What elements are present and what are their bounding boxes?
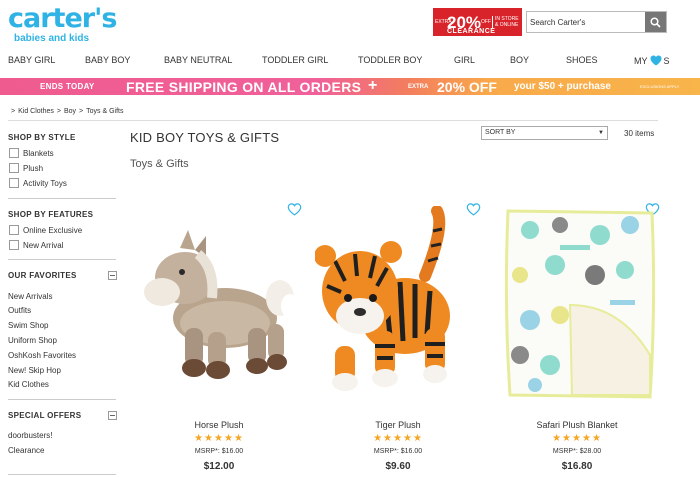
sidebar-divider <box>8 259 116 260</box>
banner-plus: + <box>368 77 378 94</box>
product-name[interactable]: Tiger Plush <box>318 420 478 430</box>
product-price: $9.60 <box>385 461 411 472</box>
promo-off: OFF <box>481 19 492 25</box>
fav-outfits[interactable]: Outfits <box>8 306 31 315</box>
wishlist-heart-icon[interactable] <box>466 203 481 216</box>
product-msrp: MSRP*: $16.00 <box>194 448 244 455</box>
product-name[interactable]: Safari Plush Blanket <box>497 420 657 430</box>
breadcrumb-kid-clothes[interactable]: Kid Clothes <box>18 108 54 115</box>
filter-new-arrival[interactable]: New Arrival <box>9 240 63 250</box>
fav-uniform-shop[interactable]: Uniform Shop <box>8 336 57 345</box>
nav-boy[interactable]: BOY <box>510 55 529 65</box>
banner-free-shipping: FREE SHIPPING ON ALL ORDERS <box>126 78 362 95</box>
sort-label: SORT BY <box>485 129 516 136</box>
filter-label: New Arrival <box>23 240 64 250</box>
sidebar-divider <box>8 474 116 475</box>
category-subtitle: Toys & Gifts <box>130 158 189 170</box>
shop-by-features-heading: SHOP BY FEATURES <box>8 210 94 219</box>
product-price: $16.80 <box>561 461 593 472</box>
search-input[interactable] <box>527 12 646 32</box>
rating-stars: ★★★★★ <box>194 433 244 444</box>
sort-by-select[interactable]: SORT BY ▼ <box>481 126 608 140</box>
breadcrumb-divider <box>8 120 658 121</box>
filter-activity-toys[interactable]: Activity Toys <box>9 178 67 188</box>
filter-plush[interactable]: Plush <box>9 163 43 173</box>
search-icon <box>650 16 661 28</box>
rating-stars: ★★★★★ <box>552 433 602 444</box>
safari-blanket-image[interactable] <box>500 205 660 400</box>
wishlist-heart-icon[interactable] <box>287 203 302 216</box>
promo-channel: IN STORE & ONLINE <box>492 16 522 28</box>
logo-tagline: babies and kids <box>14 33 90 44</box>
filter-label: Online Exclusive <box>23 225 83 235</box>
item-count: 30 items <box>624 129 655 138</box>
offer-clearance[interactable]: Clearance <box>8 446 44 455</box>
breadcrumb-caret: > <box>11 108 16 115</box>
promo-clearance: CLEARANCE <box>447 28 496 35</box>
nav-my-suffix: S <box>663 55 670 66</box>
nav-baby-girl[interactable]: BABY GIRL <box>8 55 55 65</box>
product-msrp: MSRP*: $28.00 <box>552 448 602 455</box>
nav-shoes[interactable]: SHOES <box>566 55 598 65</box>
fav-skip-hop[interactable]: New! Skip Hop <box>8 366 61 375</box>
filter-label: Blankets <box>23 148 54 158</box>
special-offers-heading: SPECIAL OFFERS <box>8 411 82 420</box>
checkbox[interactable] <box>9 240 19 250</box>
product-msrp: MSRP*: $16.00 <box>373 448 423 455</box>
breadcrumb: > Kid Clothes > Boy > Toys & Gifts <box>11 108 123 115</box>
dropdown-arrow-icon: ▼ <box>598 130 604 136</box>
collapse-favorites-button[interactable] <box>108 271 117 280</box>
breadcrumb-boy[interactable]: Boy <box>64 108 76 115</box>
fav-new-arrivals[interactable]: New Arrivals <box>8 292 52 301</box>
offer-doorbusters[interactable]: doorbusters! <box>8 431 52 440</box>
logo-wordmark: carter's <box>8 3 117 34</box>
banner-exclusions: EXCLUSIONS APPLY <box>640 84 680 89</box>
main-nav: BABY GIRL BABY BOY BABY NEUTRAL TODDLER … <box>0 55 700 69</box>
checkbox[interactable] <box>9 163 19 173</box>
search-bar <box>526 11 667 33</box>
breadcrumb-caret: > <box>79 108 84 115</box>
sidebar-divider <box>8 399 116 400</box>
our-favorites-heading: OUR FAVORITES <box>8 271 77 280</box>
collapse-offers-button[interactable] <box>108 411 117 420</box>
banner-extra: EXTRA <box>408 83 429 90</box>
filter-label: Activity Toys <box>23 178 67 188</box>
banner-percent-off: 20% OFF <box>437 78 497 95</box>
fav-swim-shop[interactable]: Swim Shop <box>8 321 48 330</box>
nav-baby-boy[interactable]: BABY BOY <box>85 55 130 65</box>
nav-girl[interactable]: GIRL <box>454 55 475 65</box>
banner-purchase: your $50 + purchase <box>514 81 611 92</box>
nav-my-carters[interactable]: MY S <box>634 55 670 66</box>
shipping-banner[interactable]: ENDS TODAY FREE SHIPPING ON ALL ORDERS +… <box>0 77 700 95</box>
clearance-promo[interactable]: EXTRA 20% OFF IN STORE & ONLINE CLEARANC… <box>433 8 522 36</box>
heart-icon <box>650 55 661 66</box>
banner-ends-today: ENDS TODAY <box>40 82 95 91</box>
checkbox[interactable] <box>9 178 19 188</box>
checkbox[interactable] <box>9 225 19 235</box>
rating-stars: ★★★★★ <box>373 433 423 444</box>
horse-plush-image[interactable] <box>140 228 300 388</box>
breadcrumb-toys-gifts: Toys & Gifts <box>86 108 124 115</box>
product-name[interactable]: Horse Plush <box>139 420 299 430</box>
fav-oshkosh[interactable]: OshKosh Favorites <box>8 351 76 360</box>
breadcrumb-caret: > <box>56 108 61 115</box>
nav-toddler-boy[interactable]: TODDLER BOY <box>358 55 422 65</box>
filter-online-exclusive[interactable]: Online Exclusive <box>9 225 82 235</box>
filter-label: Plush <box>23 163 44 173</box>
nav-my-prefix: MY <box>634 55 648 66</box>
page-title: KID BOY TOYS & GIFTS <box>130 130 280 145</box>
promo-extra: EXTRA <box>435 19 452 25</box>
nav-toddler-girl[interactable]: TODDLER GIRL <box>262 55 328 65</box>
fav-kid-clothes[interactable]: Kid Clothes <box>8 380 49 389</box>
sidebar-divider <box>8 198 116 199</box>
nav-baby-neutral[interactable]: BABY NEUTRAL <box>164 55 232 65</box>
carters-logo[interactable]: carter's babies and kids <box>8 3 117 44</box>
product-price: $12.00 <box>203 461 235 472</box>
filter-blankets[interactable]: Blankets <box>9 148 54 158</box>
checkbox[interactable] <box>9 148 19 158</box>
search-button[interactable] <box>645 12 666 32</box>
tiger-plush-image[interactable] <box>315 206 455 392</box>
shop-by-style-heading: SHOP BY STYLE <box>8 133 76 142</box>
